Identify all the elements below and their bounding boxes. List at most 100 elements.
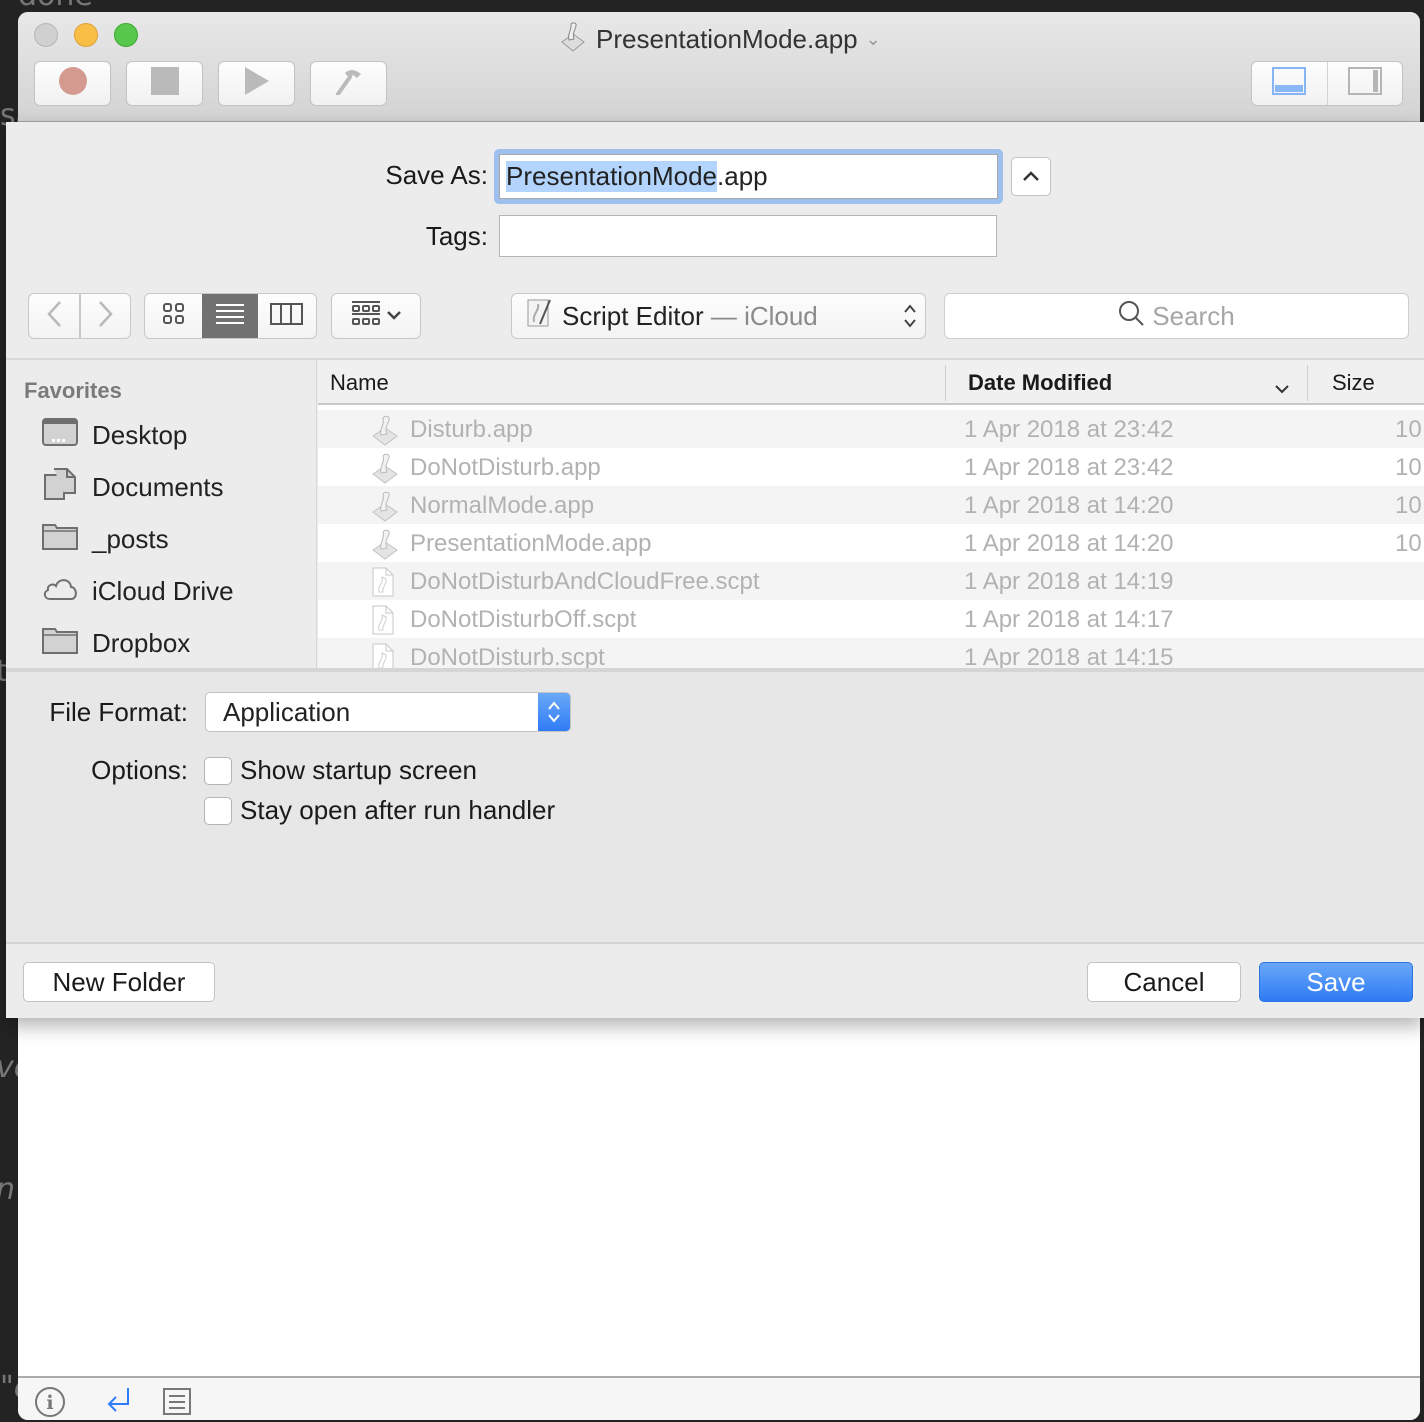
sidebar-item-label: Documents — [92, 471, 224, 502]
icon-view-button[interactable] — [145, 294, 202, 338]
column-view-button[interactable] — [258, 294, 316, 338]
location-popup[interactable]: Script Editor — iCloud — [511, 293, 926, 339]
save-dialog: Save As: PresentationMode .app Tags: Scri… — [6, 122, 1424, 1018]
sidebar-item-documents[interactable]: Documents — [42, 467, 224, 507]
list-icon[interactable] — [162, 1386, 192, 1420]
compile-button[interactable] — [310, 61, 387, 106]
options-area: File Format: Application Options: Show s… — [6, 672, 1424, 942]
sidebar-item-label: iCloud Drive — [92, 575, 234, 606]
close-window-button[interactable] — [34, 23, 58, 47]
show-side-pane-button[interactable] — [1326, 62, 1403, 105]
file-size: 10 — [1395, 492, 1422, 519]
dialog-footer: New Folder Cancel Save — [6, 942, 1424, 1018]
background-editor-text: n — [0, 1172, 15, 1207]
file-date-modified: 1 Apr 2018 at 14:20 — [964, 530, 1174, 557]
file-date-modified: 1 Apr 2018 at 14:15 — [964, 644, 1174, 668]
zoom-window-button[interactable] — [114, 23, 138, 47]
view-mode-selector — [144, 293, 317, 339]
show-startup-screen-label[interactable]: Show startup screen — [240, 755, 477, 786]
file-name: PresentationMode.app — [410, 530, 652, 557]
sidebar-item-desktop[interactable]: Desktop — [42, 415, 187, 455]
chevron-up-icon — [1023, 168, 1039, 186]
sidebar-item-posts[interactable]: _posts — [42, 519, 169, 559]
new-folder-button[interactable]: New Folder — [23, 962, 215, 1002]
file-size: 10 — [1395, 530, 1422, 557]
save-as-extension: .app — [717, 161, 768, 191]
column-header-name[interactable]: Name — [330, 370, 389, 396]
list-view-button[interactable] — [202, 294, 258, 338]
file-list: Name Date Modified Size Disturb.app 1 Apr… — [318, 360, 1424, 668]
folder-icon — [42, 626, 78, 661]
cancel-button[interactable]: Cancel — [1087, 962, 1241, 1002]
file-list-header: Name Date Modified Size — [318, 360, 1424, 405]
stay-open-label[interactable]: Stay open after run handler — [240, 795, 555, 826]
column-divider[interactable] — [1307, 365, 1308, 401]
pane-toggle — [1251, 61, 1403, 106]
info-icon[interactable]: i — [34, 1386, 66, 1420]
file-date-modified: 1 Apr 2018 at 14:19 — [964, 568, 1174, 595]
script-app-icon — [558, 20, 588, 59]
cloud-icon — [42, 575, 78, 608]
tags-label: Tags: — [425, 221, 488, 251]
search-icon — [1118, 300, 1145, 333]
column-header-date-modified[interactable]: Date Modified — [968, 370, 1112, 396]
sidebar-item-icloud-drive[interactable]: iCloud Drive — [42, 571, 234, 611]
list-view-icon — [215, 303, 245, 330]
file-row[interactable]: DoNotDisturbOff.scpt 1 Apr 2018 at 14:17 — [318, 600, 1424, 638]
file-date-modified: 1 Apr 2018 at 23:42 — [964, 454, 1174, 481]
file-row[interactable]: DoNotDisturb.app 1 Apr 2018 at 23:42 10 — [318, 448, 1424, 486]
stop-button[interactable] — [126, 61, 203, 106]
location-separator: — — [703, 300, 745, 331]
collapse-dialog-button[interactable] — [1011, 157, 1051, 196]
minimize-window-button[interactable] — [74, 23, 98, 47]
sidebar-item-dropbox[interactable]: Dropbox — [42, 623, 190, 663]
sidebar-item-label: Desktop — [92, 419, 188, 450]
applescript-file-icon — [370, 642, 396, 668]
sort-descending-icon[interactable] — [1274, 374, 1290, 400]
side-pane-icon — [1347, 67, 1382, 100]
file-size: 10 — [1395, 454, 1422, 481]
chevron-down-icon — [387, 307, 401, 325]
record-button[interactable] — [34, 61, 111, 106]
search-placeholder: Search — [1152, 300, 1235, 331]
file-date-modified: 1 Apr 2018 at 14:20 — [964, 492, 1174, 519]
stop-icon — [150, 67, 179, 100]
file-row[interactable]: PresentationMode.app 1 Apr 2018 at 14:20 1… — [318, 524, 1424, 562]
column-header-size[interactable]: Size — [1332, 370, 1375, 396]
stay-open-checkbox[interactable] — [204, 797, 232, 825]
run-button[interactable] — [218, 61, 295, 106]
show-startup-screen-checkbox[interactable] — [204, 757, 232, 785]
up-down-arrows-icon — [903, 302, 917, 337]
back-button[interactable] — [28, 293, 80, 339]
save-as-selected-text: PresentationMode — [506, 161, 718, 192]
file-row[interactable]: DoNotDisturbAndCloudFree.scpt 1 Apr 2018 … — [318, 562, 1424, 600]
file-row[interactable]: Disturb.app 1 Apr 2018 at 23:42 10 — [318, 410, 1424, 448]
forward-button[interactable] — [80, 293, 131, 339]
sidebar-item-label: _posts — [92, 523, 169, 554]
icon-view-icon — [162, 302, 185, 330]
group-by-button[interactable] — [331, 293, 421, 339]
file-name: NormalMode.app — [410, 492, 595, 519]
file-date-modified: 1 Apr 2018 at 14:17 — [964, 606, 1174, 633]
file-list-rows: Disturb.app 1 Apr 2018 at 23:42 10 DoNotDis… — [318, 410, 1424, 668]
save-button[interactable]: Save — [1259, 962, 1413, 1002]
return-icon[interactable] — [104, 1386, 134, 1420]
search-field[interactable]: Search — [944, 293, 1409, 339]
save-as-label: Save As: — [385, 160, 488, 190]
column-divider[interactable] — [945, 365, 946, 401]
file-name: DoNotDisturbOff.scpt — [410, 606, 637, 633]
script-editor-icon — [526, 298, 552, 335]
show-bottom-pane-button[interactable] — [1252, 62, 1327, 105]
window-title[interactable]: PresentationMode.app ⌄ — [558, 20, 881, 59]
file-date-modified: 1 Apr 2018 at 23:42 — [964, 416, 1174, 443]
file-row[interactable]: DoNotDisturb.scpt 1 Apr 2018 at 14:15 — [318, 638, 1424, 668]
chevron-down-icon: ⌄ — [865, 29, 881, 49]
file-format-select[interactable]: Application — [205, 692, 571, 732]
tags-input[interactable] — [499, 215, 997, 257]
sidebar-item-label: Dropbox — [92, 627, 191, 658]
bottom-pane-icon — [1272, 67, 1307, 100]
file-format-value: Application — [223, 696, 351, 727]
file-row[interactable]: NormalMode.app 1 Apr 2018 at 14:20 10 — [318, 486, 1424, 524]
group-icon — [351, 300, 381, 332]
save-as-field[interactable]: PresentationMode .app — [494, 149, 1003, 204]
